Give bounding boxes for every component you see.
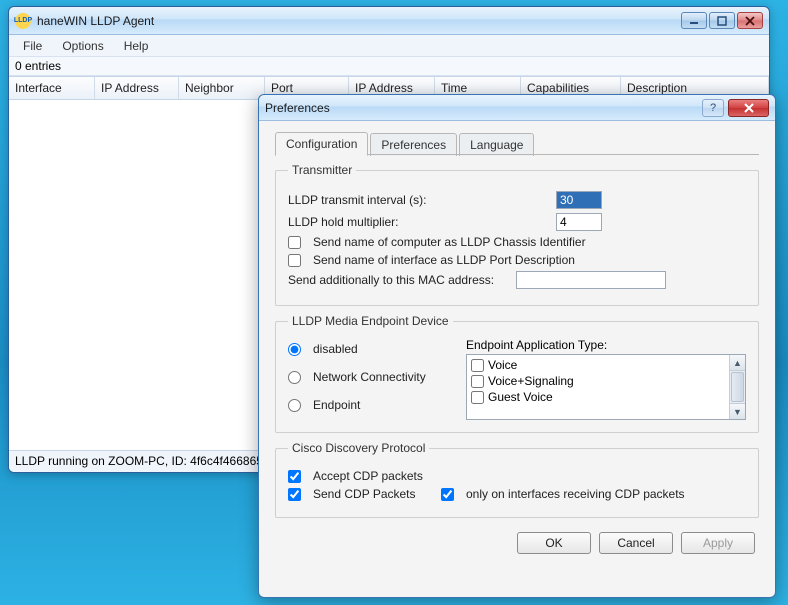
tab-preferences[interactable]: Preferences <box>370 133 457 156</box>
list-item: Voice+Signaling <box>469 373 727 389</box>
label-med-netconn: Network Connectivity <box>313 370 426 384</box>
checkbox-send-port-name[interactable] <box>288 254 301 267</box>
dialog-close-button[interactable] <box>728 99 769 117</box>
cancel-button[interactable]: Cancel <box>599 532 673 554</box>
label-voice-signaling: Voice+Signaling <box>488 374 574 388</box>
apply-button[interactable]: Apply <box>681 532 755 554</box>
dialog-button-row: OK Cancel Apply <box>275 526 759 556</box>
main-titlebar[interactable]: LLDP haneWIN LLDP Agent <box>9 7 769 35</box>
col-ip-address-1[interactable]: IP Address <box>95 77 179 99</box>
radio-med-endpoint[interactable] <box>288 399 301 412</box>
group-transmitter-legend: Transmitter <box>288 163 356 177</box>
checkbox-send-cdp[interactable] <box>288 488 301 501</box>
label-accept-cdp: Accept CDP packets <box>313 469 423 483</box>
group-cdp-legend: Cisco Discovery Protocol <box>288 441 429 455</box>
dialog-titlebar[interactable]: Preferences ? <box>259 95 775 121</box>
input-transmit-interval[interactable] <box>556 191 602 209</box>
minimize-button[interactable] <box>681 12 707 29</box>
preferences-dialog: Preferences ? Configuration Preferences … <box>258 94 776 598</box>
radio-med-disabled[interactable] <box>288 343 301 356</box>
col-interface[interactable]: Interface <box>9 77 95 99</box>
label-send-port-name: Send name of interface as LLDP Port Desc… <box>313 253 575 267</box>
label-hold-multiplier: LLDP hold multiplier: <box>288 215 548 229</box>
close-button[interactable] <box>737 12 763 29</box>
label-send-cdp: Send CDP Packets <box>313 487 433 501</box>
menu-help[interactable]: Help <box>116 37 157 55</box>
scroll-down-icon[interactable]: ▼ <box>730 403 745 419</box>
label-med-disabled: disabled <box>313 342 358 356</box>
group-med-legend: LLDP Media Endpoint Device <box>288 314 453 328</box>
list-item: Voice <box>469 357 727 373</box>
group-transmitter: Transmitter LLDP transmit interval (s): … <box>275 163 759 306</box>
menu-file[interactable]: File <box>15 37 50 55</box>
group-cdp: Cisco Discovery Protocol Accept CDP pack… <box>275 441 759 518</box>
label-endpoint-app-type: Endpoint Application Type: <box>466 338 746 352</box>
dialog-tabs: Configuration Preferences Language <box>275 131 759 155</box>
radio-med-netconn[interactable] <box>288 371 301 384</box>
list-item: Guest Voice <box>469 389 727 405</box>
checkbox-guest-voice[interactable] <box>471 391 484 404</box>
dialog-help-button[interactable]: ? <box>702 99 724 117</box>
label-send-mac: Send additionally to this MAC address: <box>288 273 508 287</box>
scroll-up-icon[interactable]: ▲ <box>730 355 745 371</box>
input-hold-multiplier[interactable] <box>556 213 602 231</box>
checkbox-send-chassis-name[interactable] <box>288 236 301 249</box>
checkbox-only-rx-ifaces[interactable] <box>441 488 454 501</box>
checkbox-voice[interactable] <box>471 359 484 372</box>
label-guest-voice: Guest Voice <box>488 390 553 404</box>
entries-count: 0 entries <box>9 57 769 76</box>
label-only-rx-ifaces: only on interfaces receiving CDP packets <box>466 487 685 501</box>
tab-language[interactable]: Language <box>459 133 534 156</box>
menu-bar: File Options Help <box>9 35 769 57</box>
label-med-endpoint: Endpoint <box>313 398 360 412</box>
help-icon: ? <box>710 102 716 114</box>
main-title: haneWIN LLDP Agent <box>37 14 154 28</box>
col-neighbor[interactable]: Neighbor <box>179 77 265 99</box>
dialog-title: Preferences <box>265 101 330 115</box>
scroll-thumb[interactable] <box>731 372 744 402</box>
label-voice: Voice <box>488 358 517 372</box>
label-transmit-interval: LLDP transmit interval (s): <box>288 193 548 207</box>
maximize-button[interactable] <box>709 12 735 29</box>
minimize-icon <box>689 16 699 26</box>
ok-button[interactable]: OK <box>517 532 591 554</box>
listbox-scrollbar[interactable]: ▲ ▼ <box>729 355 745 419</box>
listbox-endpoint-app-type[interactable]: Voice Voice+Signaling Guest Voice ▲ ▼ <box>466 354 746 420</box>
close-icon <box>745 16 755 26</box>
maximize-icon <box>717 16 727 26</box>
close-icon <box>743 103 755 113</box>
checkbox-accept-cdp[interactable] <box>288 470 301 483</box>
group-med: LLDP Media Endpoint Device disabled Netw… <box>275 314 759 433</box>
menu-options[interactable]: Options <box>54 37 111 55</box>
tab-configuration[interactable]: Configuration <box>275 132 368 156</box>
app-icon: LLDP <box>15 13 31 29</box>
checkbox-voice-signaling[interactable] <box>471 375 484 388</box>
input-send-mac[interactable] <box>516 271 666 289</box>
label-send-chassis-name: Send name of computer as LLDP Chassis Id… <box>313 235 586 249</box>
